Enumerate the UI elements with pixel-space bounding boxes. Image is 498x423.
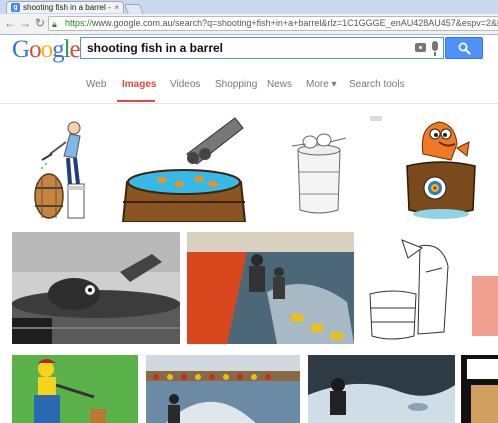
active-tab-indicator	[117, 100, 155, 102]
google-favicon-icon: g	[11, 3, 20, 12]
search-query: shooting fish in a barrel	[87, 41, 224, 55]
image-result-fishing-boat-crowd[interactable]	[146, 355, 300, 423]
image-result-partial-pink[interactable]	[468, 232, 498, 344]
url-scheme: https://	[65, 18, 93, 28]
logo-letter: G	[12, 36, 30, 63]
image-result-fisherman-splash[interactable]	[308, 355, 455, 423]
lock-icon: 🔒︎	[52, 19, 57, 29]
image-result-shotgun-barrel-goldfish[interactable]	[117, 114, 247, 222]
logo-letter: o	[40, 36, 53, 63]
image-result-cartoon-fish-target-barrel[interactable]	[399, 114, 483, 222]
back-arrow-icon[interactable]: ←	[3, 16, 17, 30]
tab-images[interactable]: Images	[122, 79, 156, 90]
tab-more[interactable]: More ▾	[306, 79, 337, 90]
tab-search-tools[interactable]: Search tools	[349, 79, 405, 90]
microphone-icon[interactable]	[432, 41, 438, 56]
tab-close-icon[interactable]: ×	[114, 3, 119, 12]
image-result-partial-comic[interactable]	[461, 355, 498, 423]
image-result-fishermen-on-boat[interactable]	[187, 232, 354, 344]
google-logo[interactable]: Google	[12, 36, 81, 64]
logo-letter: o	[29, 36, 41, 63]
forward-arrow-icon[interactable]: →	[18, 16, 32, 30]
logo-letter: e	[69, 36, 81, 63]
tab-web[interactable]: Web	[86, 79, 106, 90]
logo-letter: g	[52, 36, 64, 63]
reload-icon[interactable]: ↻	[33, 16, 47, 30]
image-result-simpsons-character-shooting[interactable]	[12, 355, 138, 423]
image-result-sketch-fish-barrel[interactable]	[362, 232, 460, 344]
image-result-barrel-with-cats[interactable]	[252, 114, 386, 222]
search-button[interactable]	[445, 37, 483, 59]
tab-videos[interactable]: Videos	[170, 79, 200, 90]
url-path: www.google.com.au/search?q=shooting+fish…	[92, 18, 498, 28]
browser-tab[interactable]: g shooting fish in a barrel - ×	[6, 1, 124, 13]
search-icon	[458, 42, 471, 55]
search-input[interactable]: shooting fish in a barrel	[80, 37, 444, 59]
image-result-cartoon-man-shooting-barrel[interactable]	[12, 114, 102, 222]
address-bar[interactable]: 🔒︎ https://www.google.com.au/search?q=sho…	[48, 16, 498, 31]
tab-news[interactable]: News	[267, 79, 292, 90]
camera-icon[interactable]	[415, 43, 426, 52]
tab-title: shooting fish in a barrel -	[23, 3, 111, 12]
image-result-bw-fish-in-barrel-gun[interactable]	[12, 232, 180, 344]
tab-shopping[interactable]: Shopping	[215, 79, 257, 90]
